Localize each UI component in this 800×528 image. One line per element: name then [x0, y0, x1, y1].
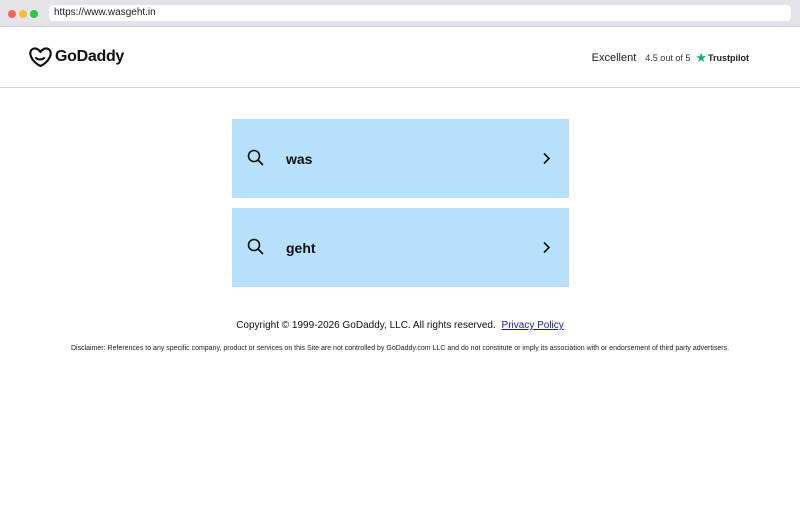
trustpilot-star-icon: ★: [695, 50, 707, 65]
godaddy-logo[interactable]: GoDaddy: [29, 46, 124, 68]
trustpilot-widget[interactable]: Excellent 4.5 out of 5 ★ Trustpilot: [591, 50, 749, 65]
logo-text: GoDaddy: [55, 48, 125, 65]
close-window-button[interactable]: [8, 10, 16, 18]
maximize-window-button[interactable]: [30, 10, 38, 18]
search-icon: [247, 238, 264, 255]
privacy-policy-link[interactable]: Privacy Policy: [502, 320, 564, 331]
chevron-right-icon: [543, 241, 551, 254]
godaddy-logo-icon: [29, 47, 52, 67]
search-term: was: [286, 150, 313, 167]
copyright-text: Copyright © 1999-2026 GoDaddy, LLC. All …: [236, 320, 496, 331]
site-header: GoDaddy Excellent 4.5 out of 5 ★ Trustpi…: [0, 27, 800, 88]
search-icon: [247, 149, 264, 166]
minimize-window-button[interactable]: [19, 10, 27, 18]
page: GoDaddy Excellent 4.5 out of 5 ★ Trustpi…: [0, 27, 800, 528]
search-result-geht[interactable]: geht: [232, 208, 569, 287]
search-term: geht: [286, 239, 316, 256]
trustpilot-excellent: Excellent: [591, 52, 637, 64]
copyright-line: Copyright © 1999-2026 GoDaddy, LLC. All …: [0, 320, 800, 331]
search-result-was[interactable]: was: [232, 119, 569, 198]
browser-chrome: https://www.wasgeht.in: [0, 0, 800, 27]
chevron-right-icon: [543, 152, 551, 165]
trustpilot-name: Trustpilot: [708, 53, 749, 63]
disclaimer-text: Disclaimer: References to any specific c…: [70, 345, 730, 352]
trustpilot-rating: 4.5 out of 5: [645, 53, 691, 63]
address-bar[interactable]: https://www.wasgeht.in: [49, 5, 791, 21]
